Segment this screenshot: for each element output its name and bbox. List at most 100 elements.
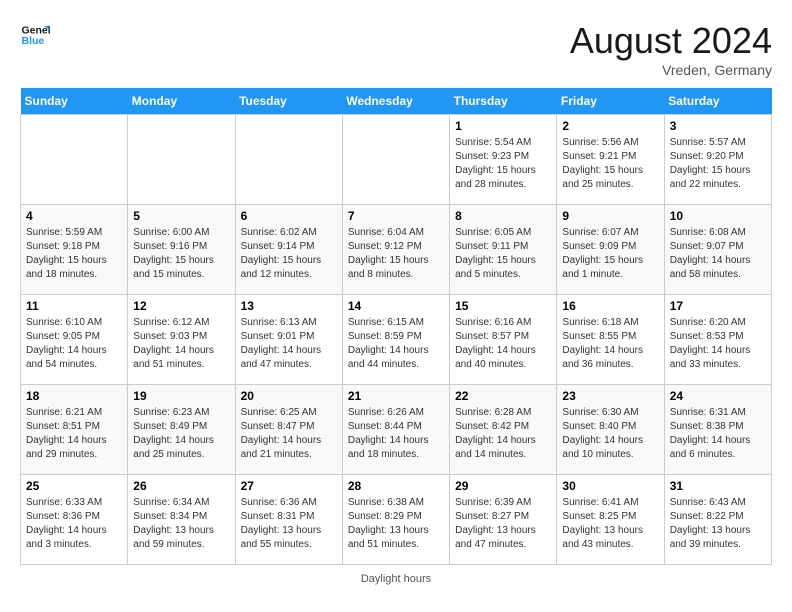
day-info: Sunrise: 6:04 AM Sunset: 9:12 PM Dayligh… <box>348 226 444 282</box>
day-number: 7 <box>348 209 444 223</box>
calendar-day-cell: 19 Sunrise: 6:23 AM Sunset: 8:49 PM Dayli… <box>128 385 235 475</box>
day-info: Sunrise: 6:08 AM Sunset: 9:07 PM Dayligh… <box>670 226 766 282</box>
day-info: Sunrise: 6:30 AM Sunset: 8:40 PM Dayligh… <box>562 406 658 462</box>
day-info: Sunrise: 6:02 AM Sunset: 9:14 PM Dayligh… <box>241 226 337 282</box>
day-info: Sunrise: 5:59 AM Sunset: 9:18 PM Dayligh… <box>26 226 122 282</box>
calendar-day-cell: 14 Sunrise: 6:15 AM Sunset: 8:59 PM Dayli… <box>342 295 449 385</box>
day-number: 17 <box>670 299 766 313</box>
weekday-header-cell: Monday <box>128 88 235 115</box>
day-info: Sunrise: 6:26 AM Sunset: 8:44 PM Dayligh… <box>348 406 444 462</box>
day-number: 5 <box>133 209 229 223</box>
day-info: Sunrise: 5:57 AM Sunset: 9:20 PM Dayligh… <box>670 136 766 192</box>
day-number: 26 <box>133 479 229 493</box>
calendar-day-cell: 3 Sunrise: 5:57 AM Sunset: 9:20 PM Daylig… <box>664 115 771 205</box>
weekday-header-row: SundayMondayTuesdayWednesdayThursdayFrid… <box>21 88 772 115</box>
logo-icon: General Blue <box>20 20 50 50</box>
calendar-day-cell: 4Sunrise: 5:59 AM Sunset: 9:18 PM Daylig… <box>21 205 128 295</box>
calendar-day-cell <box>21 115 128 205</box>
day-number: 22 <box>455 389 551 403</box>
day-number: 31 <box>670 479 766 493</box>
calendar-day-cell: 24 Sunrise: 6:31 AM Sunset: 8:38 PM Dayli… <box>664 385 771 475</box>
day-info: Sunrise: 6:31 AM Sunset: 8:38 PM Dayligh… <box>670 406 766 462</box>
day-info: Sunrise: 6:21 AM Sunset: 8:51 PM Dayligh… <box>26 406 122 462</box>
calendar-day-cell: 2Sunrise: 5:56 AM Sunset: 9:21 PM Daylig… <box>557 115 664 205</box>
day-number: 28 <box>348 479 444 493</box>
calendar-day-cell: 28 Sunrise: 6:38 AM Sunset: 8:29 PM Dayli… <box>342 475 449 565</box>
calendar-day-cell: 12 Sunrise: 6:12 AM Sunset: 9:03 PM Dayli… <box>128 295 235 385</box>
calendar-day-cell: 21 Sunrise: 6:26 AM Sunset: 8:44 PM Dayli… <box>342 385 449 475</box>
day-info: Sunrise: 6:41 AM Sunset: 8:25 PM Dayligh… <box>562 496 658 552</box>
day-number: 10 <box>670 209 766 223</box>
calendar-day-cell: 20 Sunrise: 6:25 AM Sunset: 8:47 PM Dayli… <box>235 385 342 475</box>
calendar-body: 1 Sunrise: 5:54 AM Sunset: 9:23 PM Daylig… <box>21 115 772 565</box>
day-info: Sunrise: 6:20 AM Sunset: 8:53 PM Dayligh… <box>670 316 766 372</box>
day-info: Sunrise: 6:18 AM Sunset: 8:55 PM Dayligh… <box>562 316 658 372</box>
day-number: 25 <box>26 479 122 493</box>
calendar-week-row: 18 Sunrise: 6:21 AM Sunset: 8:51 PM Dayli… <box>21 385 772 475</box>
day-number: 23 <box>562 389 658 403</box>
day-number: 15 <box>455 299 551 313</box>
day-number: 11 <box>26 299 122 313</box>
day-number: 24 <box>670 389 766 403</box>
day-number: 12 <box>133 299 229 313</box>
calendar-day-cell: 7 Sunrise: 6:04 AM Sunset: 9:12 PM Daylig… <box>342 205 449 295</box>
page-header: General Blue August 2024 Vreden, Germany <box>20 20 772 78</box>
calendar-day-cell: 17 Sunrise: 6:20 AM Sunset: 8:53 PM Dayli… <box>664 295 771 385</box>
day-number: 19 <box>133 389 229 403</box>
calendar-day-cell: 5 Sunrise: 6:00 AM Sunset: 9:16 PM Daylig… <box>128 205 235 295</box>
calendar-day-cell: 31 Sunrise: 6:43 AM Sunset: 8:22 PM Dayli… <box>664 475 771 565</box>
day-number: 30 <box>562 479 658 493</box>
weekday-header-cell: Tuesday <box>235 88 342 115</box>
day-info: Sunrise: 6:15 AM Sunset: 8:59 PM Dayligh… <box>348 316 444 372</box>
calendar-day-cell: 22 Sunrise: 6:28 AM Sunset: 8:42 PM Dayli… <box>450 385 557 475</box>
day-info: Sunrise: 6:07 AM Sunset: 9:09 PM Dayligh… <box>562 226 658 282</box>
day-info: Sunrise: 6:39 AM Sunset: 8:27 PM Dayligh… <box>455 496 551 552</box>
weekday-header-cell: Friday <box>557 88 664 115</box>
weekday-header-cell: Wednesday <box>342 88 449 115</box>
calendar-day-cell: 1 Sunrise: 5:54 AM Sunset: 9:23 PM Daylig… <box>450 115 557 205</box>
location-subtitle: Vreden, Germany <box>570 62 772 78</box>
calendar-day-cell: 25Sunrise: 6:33 AM Sunset: 8:36 PM Dayli… <box>21 475 128 565</box>
day-info: Sunrise: 6:43 AM Sunset: 8:22 PM Dayligh… <box>670 496 766 552</box>
logo: General Blue <box>20 20 50 50</box>
calendar-week-row: 11Sunrise: 6:10 AM Sunset: 9:05 PM Dayli… <box>21 295 772 385</box>
day-number: 21 <box>348 389 444 403</box>
day-info: Sunrise: 5:56 AM Sunset: 9:21 PM Dayligh… <box>562 136 658 192</box>
day-number: 27 <box>241 479 337 493</box>
day-info: Sunrise: 6:34 AM Sunset: 8:34 PM Dayligh… <box>133 496 229 552</box>
calendar-day-cell: 16Sunrise: 6:18 AM Sunset: 8:55 PM Dayli… <box>557 295 664 385</box>
day-info: Sunrise: 6:05 AM Sunset: 9:11 PM Dayligh… <box>455 226 551 282</box>
calendar-day-cell: 26 Sunrise: 6:34 AM Sunset: 8:34 PM Dayli… <box>128 475 235 565</box>
day-info: Sunrise: 6:25 AM Sunset: 8:47 PM Dayligh… <box>241 406 337 462</box>
calendar-week-row: 25Sunrise: 6:33 AM Sunset: 8:36 PM Dayli… <box>21 475 772 565</box>
day-number: 3 <box>670 119 766 133</box>
weekday-header-cell: Saturday <box>664 88 771 115</box>
calendar-day-cell: 8 Sunrise: 6:05 AM Sunset: 9:11 PM Daylig… <box>450 205 557 295</box>
daylight-note: Daylight hours <box>361 573 431 585</box>
day-info: Sunrise: 6:38 AM Sunset: 8:29 PM Dayligh… <box>348 496 444 552</box>
day-number: 9 <box>562 209 658 223</box>
day-number: 14 <box>348 299 444 313</box>
calendar-day-cell: 15 Sunrise: 6:16 AM Sunset: 8:57 PM Dayli… <box>450 295 557 385</box>
day-info: Sunrise: 6:16 AM Sunset: 8:57 PM Dayligh… <box>455 316 551 372</box>
weekday-header-cell: Sunday <box>21 88 128 115</box>
calendar-day-cell: 9 Sunrise: 6:07 AM Sunset: 9:09 PM Daylig… <box>557 205 664 295</box>
day-info: Sunrise: 5:54 AM Sunset: 9:23 PM Dayligh… <box>455 136 551 192</box>
day-number: 1 <box>455 119 551 133</box>
day-info: Sunrise: 6:13 AM Sunset: 9:01 PM Dayligh… <box>241 316 337 372</box>
day-info: Sunrise: 6:28 AM Sunset: 8:42 PM Dayligh… <box>455 406 551 462</box>
calendar-day-cell: 13Sunrise: 6:13 AM Sunset: 9:01 PM Dayli… <box>235 295 342 385</box>
day-info: Sunrise: 6:36 AM Sunset: 8:31 PM Dayligh… <box>241 496 337 552</box>
calendar-day-cell: 18 Sunrise: 6:21 AM Sunset: 8:51 PM Dayli… <box>21 385 128 475</box>
day-info: Sunrise: 6:12 AM Sunset: 9:03 PM Dayligh… <box>133 316 229 372</box>
day-info: Sunrise: 6:23 AM Sunset: 8:49 PM Dayligh… <box>133 406 229 462</box>
day-number: 8 <box>455 209 551 223</box>
day-number: 20 <box>241 389 337 403</box>
day-info: Sunrise: 6:00 AM Sunset: 9:16 PM Dayligh… <box>133 226 229 282</box>
day-number: 18 <box>26 389 122 403</box>
calendar-week-row: 1 Sunrise: 5:54 AM Sunset: 9:23 PM Daylig… <box>21 115 772 205</box>
calendar-day-cell: 27 Sunrise: 6:36 AM Sunset: 8:31 PM Dayli… <box>235 475 342 565</box>
calendar-day-cell <box>128 115 235 205</box>
day-number: 6 <box>241 209 337 223</box>
footer-note: Daylight hours <box>20 573 772 585</box>
